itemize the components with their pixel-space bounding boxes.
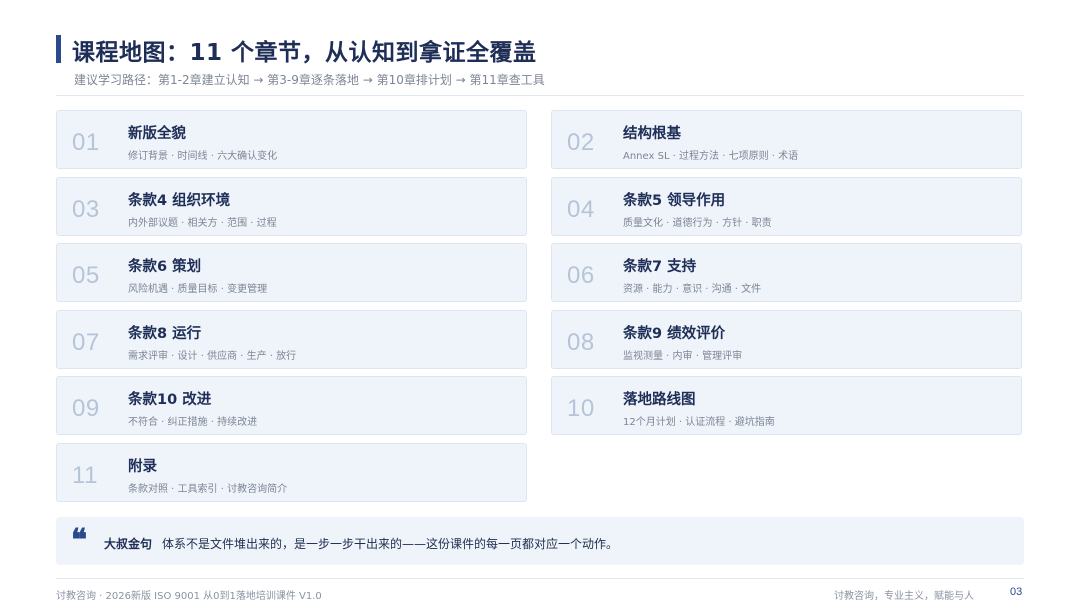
chapter-title: 条款10 改进	[128, 392, 212, 408]
chapter-number: 06	[567, 262, 595, 289]
chapter-number: 03	[72, 196, 100, 223]
chapter-title: 条款9 绩效评价	[623, 326, 726, 342]
header-divider	[56, 95, 1024, 96]
chapter-description: 修订背景 · 时间线 · 六大确认变化	[128, 151, 278, 162]
chapter-card-11: 11 附录 条款对照 · 工具索引 · 讨教咨询简介	[56, 443, 527, 502]
chapter-description: 12个月计划 · 认证流程 · 避坑指南	[623, 417, 775, 428]
chapter-description: 不符合 · 纠正措施 · 持续改进	[128, 417, 258, 428]
quote-text: 体系不是文件堆出来的，是一步一步干出来的——这份课件的每一页都对应一个动作。	[162, 537, 619, 551]
footer-divider	[56, 578, 1024, 579]
page-title: 课程地图：11 个章节，从认知到拿证全覆盖	[72, 40, 537, 66]
chapter-card-07: 07 条款8 运行 需求评审 · 设计 · 供应商 · 生产 · 放行	[56, 310, 527, 369]
chapter-number: 05	[72, 262, 100, 289]
chapter-description: 风险机遇 · 质量目标 · 变更管理	[128, 284, 268, 295]
chapter-title: 落地路线图	[623, 392, 696, 408]
chapter-card-09: 09 条款10 改进 不符合 · 纠正措施 · 持续改进	[56, 376, 527, 435]
chapter-number: 01	[72, 129, 100, 156]
chapter-title: 条款8 运行	[128, 326, 202, 342]
chapter-title: 条款4 组织环境	[128, 193, 231, 209]
chapter-title: 附录	[128, 459, 157, 475]
footer-right-text: 讨教咨询，专业主义，赋能与人	[834, 591, 974, 602]
chapter-title: 新版全貌	[128, 126, 186, 142]
chapter-number: 08	[567, 329, 595, 356]
chapter-number: 09	[72, 395, 100, 422]
chapter-card-06: 06 条款7 支持 资源 · 能力 · 意识 · 沟通 · 文件	[551, 243, 1022, 302]
chapter-number: 04	[567, 196, 595, 223]
quote-icon: ❝	[71, 523, 88, 558]
chapter-card-04: 04 条款5 领导作用 质量文化 · 道德行为 · 方针 · 职责	[551, 177, 1022, 236]
chapter-card-10: 10 落地路线图 12个月计划 · 认证流程 · 避坑指南	[551, 376, 1022, 435]
chapter-card-03: 03 条款4 组织环境 内外部议题 · 相关方 · 范围 · 过程	[56, 177, 527, 236]
chapter-number: 02	[567, 129, 595, 156]
chapter-title: 条款6 策划	[128, 259, 202, 275]
quote-label: 大叔金句	[104, 537, 153, 551]
page-number: 03	[1010, 586, 1023, 598]
chapter-card-05: 05 条款6 策划 风险机遇 · 质量目标 · 变更管理	[56, 243, 527, 302]
chapter-description: 需求评审 · 设计 · 供应商 · 生产 · 放行	[128, 351, 297, 362]
chapter-card-02: 02 结构根基 Annex SL · 过程方法 · 七项原则 · 术语	[551, 110, 1022, 169]
chapter-title: 条款7 支持	[623, 259, 697, 275]
title-accent-bar	[56, 35, 61, 63]
chapter-description: 质量文化 · 道德行为 · 方针 · 职责	[623, 218, 772, 229]
chapter-title: 条款5 领导作用	[623, 193, 726, 209]
page-subtitle: 建议学习路径：第1-2章建立认知 → 第3-9章逐条落地 → 第10章排计划 →…	[74, 73, 545, 87]
chapter-description: 内外部议题 · 相关方 · 范围 · 过程	[128, 218, 277, 229]
chapter-card-01: 01 新版全貌 修订背景 · 时间线 · 六大确认变化	[56, 110, 527, 169]
chapter-title: 结构根基	[623, 126, 681, 142]
chapter-number: 11	[72, 462, 98, 489]
chapter-description: 资源 · 能力 · 意识 · 沟通 · 文件	[623, 284, 762, 295]
footer-left-text: 讨教咨询 · 2026新版 ISO 9001 从0到1落地培训课件 V1.0	[56, 591, 322, 602]
quote-box: ❝ 大叔金句 体系不是文件堆出来的，是一步一步干出来的——这份课件的每一页都对应…	[56, 517, 1024, 565]
chapter-description: 监视测量 · 内审 · 管理评审	[623, 351, 743, 362]
chapter-description: 条款对照 · 工具索引 · 讨教咨询简介	[128, 484, 288, 495]
chapter-card-08: 08 条款9 绩效评价 监视测量 · 内审 · 管理评审	[551, 310, 1022, 369]
chapter-number: 10	[567, 395, 595, 422]
chapter-number: 07	[72, 329, 100, 356]
chapter-description: Annex SL · 过程方法 · 七项原则 · 术语	[623, 151, 799, 162]
